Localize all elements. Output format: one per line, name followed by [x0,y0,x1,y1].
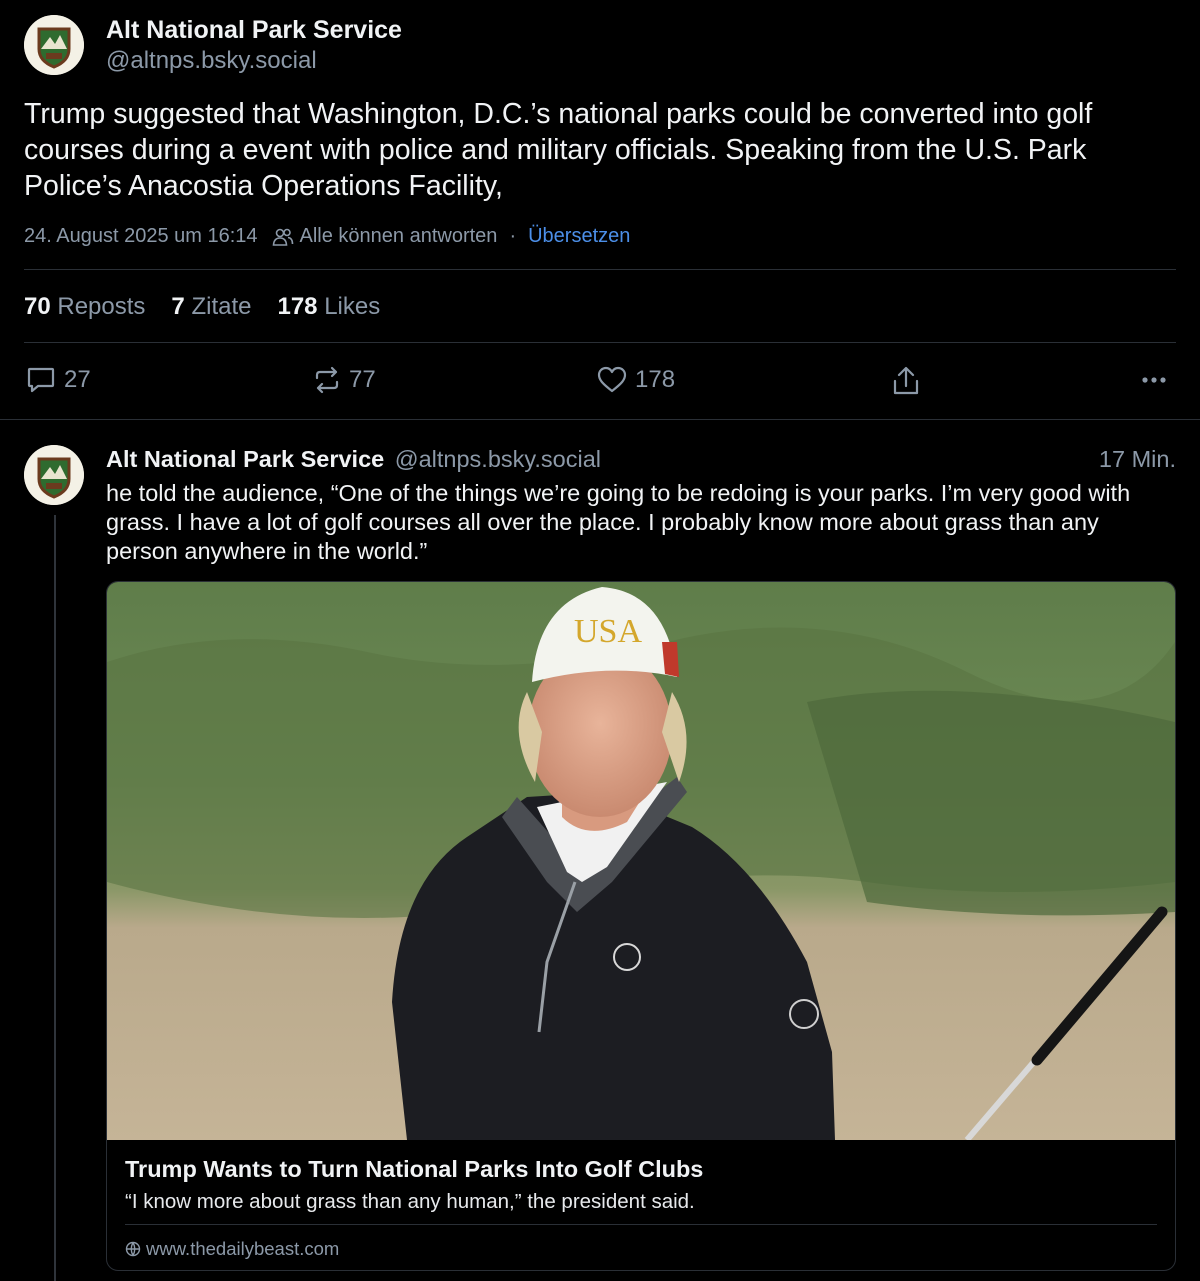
card-description: “I know more about grass than any human,… [125,1190,695,1213]
reply-count: 27 [64,366,91,393]
reply-author-handle[interactable]: @altnps.bsky.social [395,446,601,472]
post-text: Trump suggested that Washington, D.C.’s … [24,98,1093,202]
card-domain: www.thedailybeast.com [146,1238,340,1259]
post-stats: 70 Reposts 7 Zitate 178 Likes [24,293,380,321]
reply-time[interactable]: 17 Min. [1099,446,1176,473]
reposts-label: Reposts [57,293,146,320]
meta-separator: · [509,225,517,247]
author-avatar[interactable] [24,15,84,75]
like-button[interactable]: 178 [597,366,675,394]
card-source[interactable]: www.thedailybeast.com [125,1238,339,1260]
thread-line [54,515,56,1281]
divider [24,342,1176,343]
card-title[interactable]: Trump Wants to Turn National Parks Into … [125,1156,703,1183]
like-count: 178 [635,366,676,393]
repost-count: 77 [349,366,376,393]
likes-stat[interactable]: 178 Likes [277,293,380,321]
share-icon [893,366,919,395]
quotes-stat[interactable]: 7 Zitate [171,293,251,321]
reply-author-name[interactable]: Alt National Park Service [106,446,384,472]
more-icon [1142,377,1166,383]
more-options-button[interactable] [1140,372,1168,388]
likes-label: Likes [324,293,381,320]
reposts-count: 70 [24,293,51,320]
quotes-count: 7 [171,293,185,320]
author-handle[interactable]: @altnps.bsky.social [106,47,317,75]
nps-logo-icon [24,445,84,505]
reply-author-avatar[interactable] [24,445,84,505]
divider [0,419,1200,420]
reply-header: Alt National Park Service @altnps.bsky.s… [106,446,601,473]
reply-button[interactable]: 27 [26,366,91,394]
nps-logo-icon [24,15,84,75]
heart-icon [597,366,627,393]
post-meta: 24. August 2025 um 16:14 Alle können ant… [24,225,630,248]
reply-text: he told the audience, “One of the things… [106,480,1131,564]
share-button[interactable] [892,366,920,396]
quotes-label: Zitate [191,293,252,320]
card-divider [125,1224,1157,1225]
cap-text: USA [573,613,643,650]
reply-setting[interactable]: Alle können antworten [300,225,498,248]
reposts-stat[interactable]: 70 Reposts [24,293,145,321]
link-card[interactable]: USA Trump Wants to Turn National Parks I… [106,581,1176,1271]
reply-icon [27,367,55,393]
author-name[interactable]: Alt National Park Service [106,16,402,45]
globe-icon [125,1241,141,1257]
people-icon [272,227,294,247]
article-photo [107,582,1175,1140]
repost-icon [315,366,339,394]
translate-link[interactable]: Übersetzen [528,225,630,248]
repost-button[interactable]: 77 [313,366,376,394]
post-timestamp[interactable]: 24. August 2025 um 16:14 [24,225,258,248]
likes-count: 178 [277,293,318,320]
divider [24,269,1176,270]
